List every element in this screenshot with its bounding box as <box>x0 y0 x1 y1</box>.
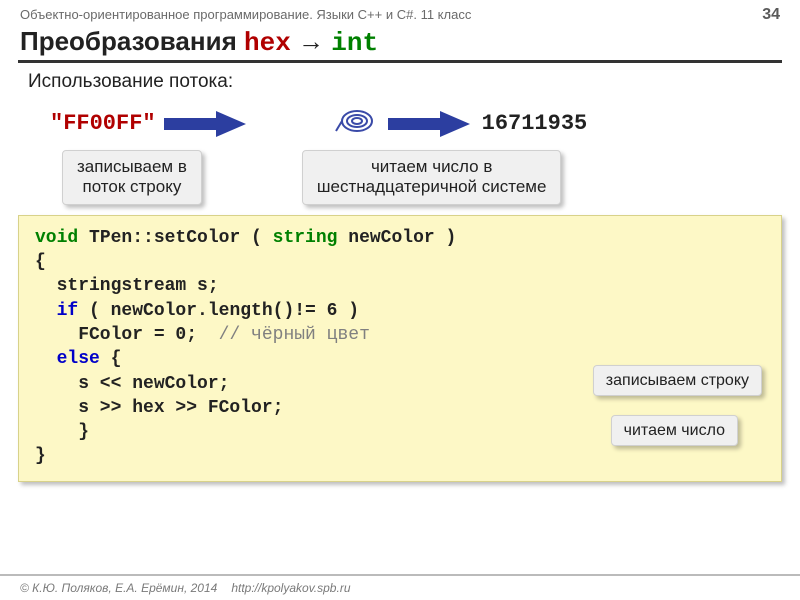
title-rule <box>18 60 782 63</box>
coil-icon <box>334 103 380 144</box>
code-area: void TPen::setColor ( string newColor ) … <box>0 215 800 482</box>
title-prefix: Преобразования <box>20 26 244 56</box>
slide-header: Объектно-ориентированное программировани… <box>0 0 800 26</box>
slide-footer: © К.Ю. Поляков, Е.А. Ерёмин, 2014 http:/… <box>0 574 800 600</box>
title-arrow: → <box>291 26 331 56</box>
slide-title: Преобразования hex → int <box>0 26 800 60</box>
course-label: Объектно-ориентированное программировани… <box>20 7 471 22</box>
hex-literal: "FF00FF" <box>50 111 156 136</box>
arrow-right-icon <box>388 107 470 141</box>
callout-write-stream: записываем в поток строку <box>62 150 202 205</box>
subtitle: Использование потока: <box>0 71 800 101</box>
callout-read-number: читаем число <box>611 415 738 446</box>
int-literal: 16711935 <box>482 111 588 136</box>
example-row: "FF00FF" 16711935 <box>0 101 800 150</box>
callout-read-stream: читаем число в шестнадцатеричной системе <box>302 150 562 205</box>
footer-copyright: © К.Ю. Поляков, Е.А. Ерёмин, 2014 <box>20 581 217 595</box>
page-number: 34 <box>762 6 780 24</box>
title-hex: hex <box>244 28 291 58</box>
arrow-right-icon <box>164 107 246 141</box>
callout-write-string: записываем строку <box>593 365 762 396</box>
callout-row: записываем в поток строку читаем число в… <box>0 150 800 215</box>
title-int: int <box>331 28 378 58</box>
footer-url: http://kpolyakov.spb.ru <box>231 581 350 595</box>
